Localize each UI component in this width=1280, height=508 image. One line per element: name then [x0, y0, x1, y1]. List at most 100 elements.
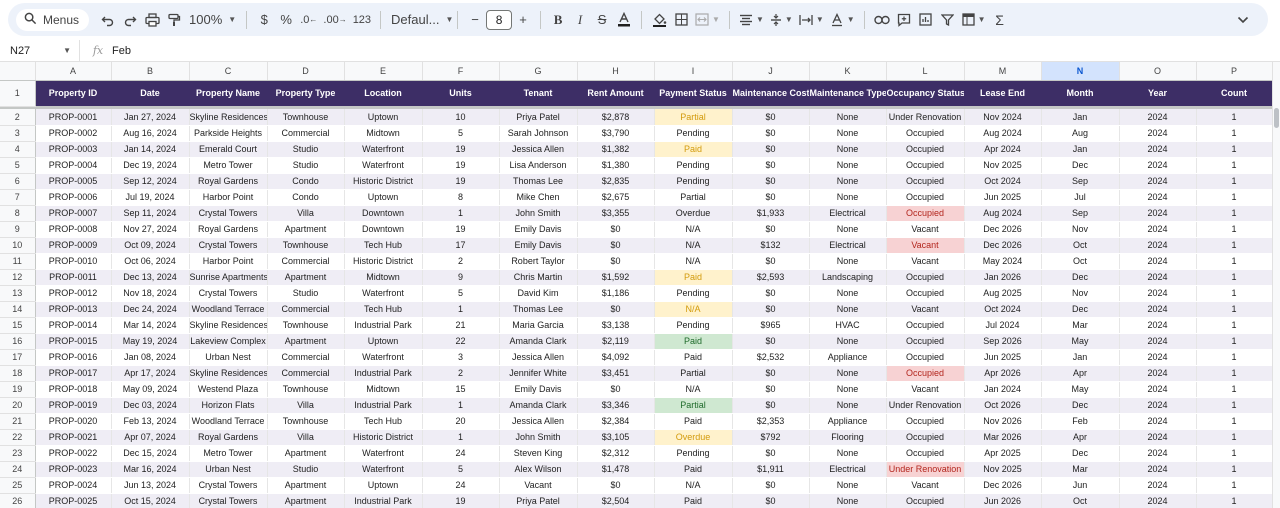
cell-d11[interactable]: Commercial — [267, 253, 345, 270]
cell-j11[interactable]: $0 — [732, 253, 810, 270]
cell-k16[interactable]: None — [809, 333, 887, 350]
cell-p13[interactable]: 1 — [1196, 285, 1273, 302]
column-header-b[interactable]: B — [111, 62, 190, 81]
cell-b20[interactable]: Dec 03, 2024 — [111, 397, 190, 414]
cell-h13[interactable]: $1,186 — [577, 285, 655, 302]
cell-n13[interactable]: Nov — [1041, 285, 1120, 302]
cell-m15[interactable]: Jul 2024 — [964, 317, 1042, 334]
cell-i7[interactable]: Partial — [654, 189, 733, 206]
cell-h23[interactable]: $2,312 — [577, 445, 655, 462]
column-title-property-id[interactable]: Property ID — [35, 80, 112, 106]
cell-k2[interactable]: None — [809, 109, 887, 126]
cell-d19[interactable]: Townhouse — [267, 381, 345, 398]
cell-g20[interactable]: Amanda Clark — [499, 397, 578, 414]
cell-e8[interactable]: Downtown — [344, 205, 423, 222]
cell-n11[interactable]: Oct — [1041, 253, 1120, 270]
cell-j2[interactable]: $0 — [732, 109, 810, 126]
cell-c8[interactable]: Crystal Towers — [189, 205, 268, 222]
cell-e6[interactable]: Historic District — [344, 173, 423, 190]
cell-p23[interactable]: 1 — [1196, 445, 1273, 462]
cell-i16[interactable]: Paid — [654, 333, 733, 350]
cell-a11[interactable]: PROP-0010 — [35, 253, 112, 270]
column-header-p[interactable]: P — [1196, 62, 1273, 81]
column-title-maintenance-type[interactable]: Maintenance Type — [809, 80, 887, 106]
cell-a17[interactable]: PROP-0016 — [35, 349, 112, 366]
cell-a19[interactable]: PROP-0018 — [35, 381, 112, 398]
cell-l15[interactable]: Occupied — [886, 317, 965, 334]
cell-c4[interactable]: Emerald Court — [189, 141, 268, 158]
cell-i26[interactable]: Paid — [654, 493, 733, 508]
cell-g8[interactable]: John Smith — [499, 205, 578, 222]
cell-d23[interactable]: Apartment — [267, 445, 345, 462]
column-title-year[interactable]: Year — [1119, 80, 1197, 106]
percent-format-button[interactable]: % — [275, 8, 297, 32]
column-title-property-name[interactable]: Property Name — [189, 80, 268, 106]
cell-e26[interactable]: Industrial Park — [344, 493, 423, 508]
cell-b9[interactable]: Nov 27, 2024 — [111, 221, 190, 238]
cell-d18[interactable]: Commercial — [267, 365, 345, 382]
function-icon[interactable]: Σ — [989, 8, 1011, 32]
cell-g4[interactable]: Jessica Allen — [499, 141, 578, 158]
cell-e11[interactable]: Historic District — [344, 253, 423, 270]
cell-b19[interactable]: May 09, 2024 — [111, 381, 190, 398]
cell-a21[interactable]: PROP-0020 — [35, 413, 112, 430]
cell-l6[interactable]: Occupied — [886, 173, 965, 190]
cell-j24[interactable]: $1,911 — [732, 461, 810, 478]
cell-l23[interactable]: Occupied — [886, 445, 965, 462]
cell-l26[interactable]: Occupied — [886, 493, 965, 508]
font-size-input[interactable]: 8 — [486, 9, 513, 30]
cell-m21[interactable]: Nov 2026 — [964, 413, 1042, 430]
cell-l4[interactable]: Occupied — [886, 141, 965, 158]
cell-m11[interactable]: May 2024 — [964, 253, 1042, 270]
comment-icon[interactable] — [893, 8, 915, 32]
cell-a3[interactable]: PROP-0002 — [35, 125, 112, 142]
cell-k5[interactable]: None — [809, 157, 887, 174]
cell-f19[interactable]: 15 — [422, 381, 500, 398]
zoom-select[interactable]: 100% ▼ — [185, 12, 240, 27]
cell-g23[interactable]: Steven King — [499, 445, 578, 462]
column-header-a[interactable]: A — [35, 62, 112, 81]
cell-m7[interactable]: Jun 2025 — [964, 189, 1042, 206]
cell-l25[interactable]: Vacant — [886, 477, 965, 494]
cell-p25[interactable]: 1 — [1196, 477, 1273, 494]
fill-color-icon[interactable] — [648, 8, 670, 32]
row-number[interactable]: 15 — [0, 317, 36, 334]
text-color-icon[interactable] — [613, 8, 635, 32]
cell-f11[interactable]: 2 — [422, 253, 500, 270]
cell-j25[interactable]: $0 — [732, 477, 810, 494]
cell-i11[interactable]: N/A — [654, 253, 733, 270]
column-header-d[interactable]: D — [267, 62, 345, 81]
cell-n21[interactable]: Feb — [1041, 413, 1120, 430]
cell-b4[interactable]: Jan 14, 2024 — [111, 141, 190, 158]
cell-b12[interactable]: Dec 13, 2024 — [111, 269, 190, 286]
cell-j17[interactable]: $2,532 — [732, 349, 810, 366]
cell-a23[interactable]: PROP-0022 — [35, 445, 112, 462]
cell-o7[interactable]: 2024 — [1119, 189, 1197, 206]
cell-j16[interactable]: $0 — [732, 333, 810, 350]
cell-o22[interactable]: 2024 — [1119, 429, 1197, 446]
cell-k19[interactable]: None — [809, 381, 887, 398]
cell-b26[interactable]: Oct 15, 2024 — [111, 493, 190, 508]
column-title-units[interactable]: Units — [422, 80, 500, 106]
cell-h26[interactable]: $2,504 — [577, 493, 655, 508]
cell-l7[interactable]: Occupied — [886, 189, 965, 206]
cell-o15[interactable]: 2024 — [1119, 317, 1197, 334]
cell-m6[interactable]: Oct 2024 — [964, 173, 1042, 190]
cell-i4[interactable]: Paid — [654, 141, 733, 158]
cell-o9[interactable]: 2024 — [1119, 221, 1197, 238]
cell-a14[interactable]: PROP-0013 — [35, 301, 112, 318]
cell-o20[interactable]: 2024 — [1119, 397, 1197, 414]
cell-p4[interactable]: 1 — [1196, 141, 1273, 158]
cell-l24[interactable]: Under Renovation — [886, 461, 965, 478]
cell-c21[interactable]: Woodland Terrace — [189, 413, 268, 430]
cell-f3[interactable]: 5 — [422, 125, 500, 142]
cell-i18[interactable]: Partial — [654, 365, 733, 382]
cell-k8[interactable]: Electrical — [809, 205, 887, 222]
cell-k11[interactable]: None — [809, 253, 887, 270]
cell-i8[interactable]: Overdue — [654, 205, 733, 222]
cell-p19[interactable]: 1 — [1196, 381, 1273, 398]
column-title-occupancy-status[interactable]: Occupancy Status — [886, 80, 965, 106]
cell-o3[interactable]: 2024 — [1119, 125, 1197, 142]
cell-n26[interactable]: Oct — [1041, 493, 1120, 508]
name-box[interactable]: N27 ▼ — [0, 39, 80, 62]
